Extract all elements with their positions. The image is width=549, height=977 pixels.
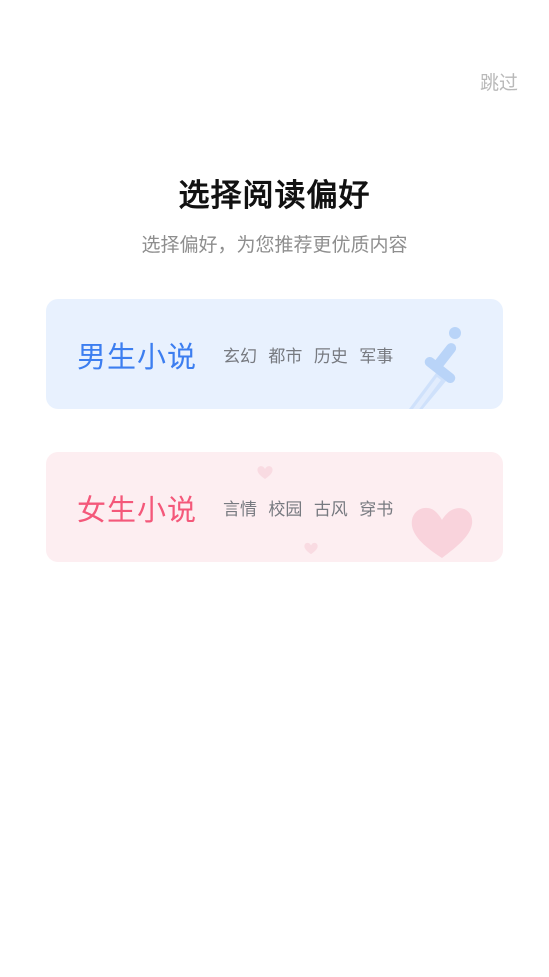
small-heart-icon <box>257 466 273 479</box>
page-subtitle: 选择偏好，为您推荐更优质内容 <box>141 234 408 256</box>
small-heart-icon <box>304 542 318 555</box>
tag: 军事 <box>359 347 394 367</box>
tag: 穿书 <box>359 500 394 520</box>
tag: 历史 <box>313 347 348 367</box>
male-novel-tags: 玄幻 都市 历史 军事 <box>223 342 399 367</box>
tag: 都市 <box>268 347 303 367</box>
female-novel-card[interactable]: 女生小说 言情 校园 古风 穿书 <box>46 452 503 562</box>
tag: 玄幻 <box>223 347 257 367</box>
tag: 古风 <box>313 500 348 520</box>
page-title: 选择阅读偏好 <box>178 178 371 214</box>
female-novel-title: 女生小说 <box>77 493 198 527</box>
female-novel-tags: 言情 校园 古风 穿书 <box>223 495 399 520</box>
skip-button[interactable]: 跳过 <box>480 66 518 97</box>
tag: 言情 <box>223 500 257 520</box>
tag: 校园 <box>268 500 303 520</box>
heart-icon <box>411 507 473 558</box>
sword-icon <box>409 327 461 409</box>
male-novel-title: 男生小说 <box>77 340 198 374</box>
preference-screen: 跳过 选择阅读偏好 选择偏好，为您推荐更优质内容 男生小说 玄幻 都市 历史 军… <box>0 0 549 977</box>
male-novel-card[interactable]: 男生小说 玄幻 都市 历史 军事 <box>46 299 503 409</box>
